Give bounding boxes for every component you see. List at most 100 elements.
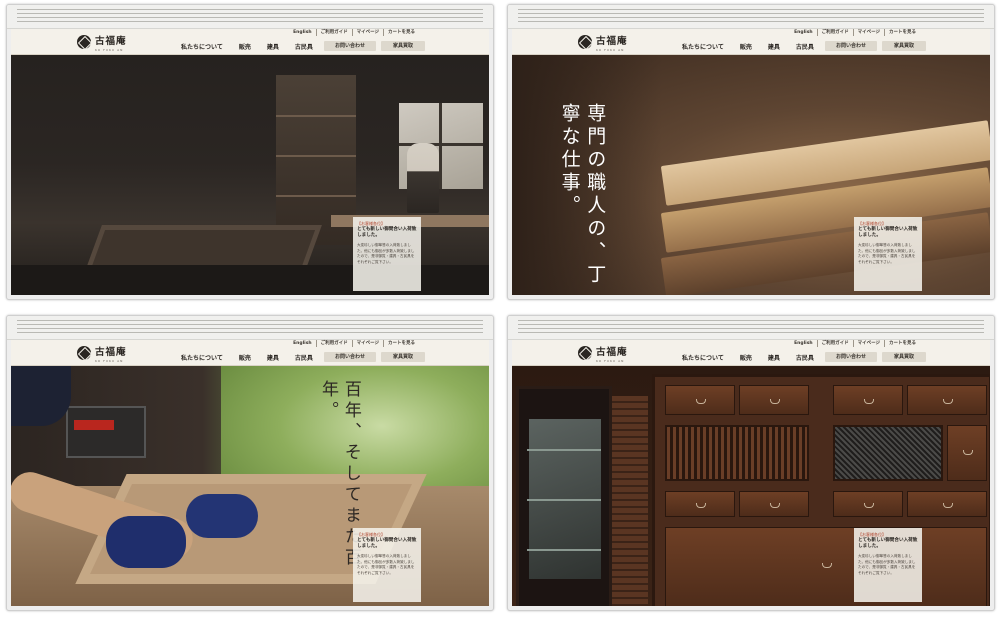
util-link-cart[interactable]: カートを見る — [884, 29, 920, 36]
news-title: とても新しい御問合い入荷致しました。 — [858, 538, 918, 549]
utility-links: English ご利用ガイド マイページ カートを見る — [289, 340, 419, 347]
util-link-cart[interactable]: カートを見る — [884, 340, 920, 347]
utility-links: English ご利用ガイド マイページ カートを見る — [790, 340, 920, 347]
site-logo[interactable]: 古福庵 KO FUKU AN — [77, 34, 127, 52]
buyback-button[interactable]: 家具買取 — [381, 352, 425, 362]
util-link-cart[interactable]: カートを見る — [383, 340, 419, 347]
nav-item-about[interactable]: 私たちについて — [181, 42, 223, 51]
site-logo[interactable]: 古福庵 KO FUKU AN — [578, 345, 628, 363]
mesh-door-shape — [833, 425, 943, 481]
util-link-english[interactable]: English — [790, 29, 816, 36]
screenshot-panel-craftsman: 古福庵 KO FUKU AN English ご利用ガイド マイページ カートを… — [6, 315, 494, 611]
site-header: 古福庵 KO FUKU AN English ご利用ガイド マイページ カートを… — [512, 29, 990, 55]
drawer-shape — [947, 425, 987, 481]
hero-image-workshop: 【お客様各位】 とても新しい御問合い入荷致しました。 大変珍しい御箪笥の入荷致し… — [11, 55, 489, 295]
news-title: とても新しい御問合い入荷致しました。 — [357, 227, 417, 238]
logo-mark-icon — [77, 35, 91, 49]
site-logo[interactable]: 古福庵 KO FUKU AN — [77, 345, 127, 363]
drawer-shape — [665, 385, 735, 415]
logo-text: 古福庵 — [95, 36, 127, 48]
contact-button[interactable]: お問い合わせ — [324, 352, 376, 362]
contact-button[interactable]: お問い合わせ — [825, 352, 877, 362]
nav-item-sales[interactable]: 販売 — [239, 353, 251, 362]
logo-subtext: KO FUKU AN — [95, 48, 124, 52]
util-link-guide[interactable]: ご利用ガイド — [315, 340, 352, 347]
nav-item-antiques[interactable]: 古民具 — [796, 353, 814, 362]
util-link-english[interactable]: English — [790, 340, 816, 347]
hero-catchcopy: 専門の職人の、丁寧な仕事。 — [558, 103, 607, 287]
nav-item-fittings[interactable]: 建具 — [768, 353, 780, 362]
nav-item-fittings[interactable]: 建具 — [267, 42, 279, 51]
drawer-shape — [739, 385, 809, 415]
drawer-shape — [907, 385, 987, 415]
nav-item-antiques[interactable]: 古民具 — [796, 42, 814, 51]
logo-text: 古福庵 — [95, 347, 127, 359]
drawer-shape — [739, 491, 809, 517]
buyback-button[interactable]: 家具買取 — [882, 41, 926, 51]
toolbox-shape — [66, 406, 146, 458]
news-title: とても新しい御問合い入荷致しました。 — [858, 227, 918, 238]
buyback-button[interactable]: 家具買取 — [381, 41, 425, 51]
hero-image-furniture: 【お客様各位】 とても新しい御問合い入荷致しました。 大変珍しい御箪笥の入荷致し… — [512, 366, 990, 606]
util-link-guide[interactable]: ご利用ガイド — [315, 29, 352, 36]
util-link-mypage[interactable]: マイページ — [351, 29, 383, 36]
contact-button[interactable]: お問い合わせ — [324, 41, 376, 51]
browser-chrome — [7, 316, 493, 340]
logo-mark-icon — [77, 346, 91, 360]
nav-item-about[interactable]: 私たちについて — [181, 353, 223, 362]
nav-item-fittings[interactable]: 建具 — [768, 42, 780, 51]
util-link-guide[interactable]: ご利用ガイド — [816, 29, 853, 36]
drawer-shape — [833, 491, 903, 517]
util-link-mypage[interactable]: マイページ — [351, 340, 383, 347]
logo-subtext: KO FUKU AN — [95, 359, 124, 363]
nav-item-antiques[interactable]: 古民具 — [295, 353, 313, 362]
news-card[interactable]: 【お客様各位】 とても新しい御問合い入荷致しました。 大変珍しい御箪笥の入荷致し… — [353, 528, 421, 602]
drawer-shape — [665, 491, 735, 517]
sleeve-shape — [11, 366, 71, 426]
nav-item-about[interactable]: 私たちについて — [682, 353, 724, 362]
browser-chrome — [7, 5, 493, 29]
contact-button[interactable]: お問い合わせ — [825, 41, 877, 51]
nav-item-sales[interactable]: 販売 — [740, 353, 752, 362]
nav-item-sales[interactable]: 販売 — [740, 42, 752, 51]
util-link-english[interactable]: English — [289, 340, 315, 347]
news-body: 大変珍しい御箪笥の入荷致しました。他にも御品が多数入荷致しましたので、是非御覧・… — [858, 554, 916, 575]
news-body: 大変珍しい御箪笥の入荷致しました。他にも御品が多数入荷致しましたので、是非御覧・… — [858, 243, 916, 264]
site-logo[interactable]: 古福庵 KO FUKU AN — [578, 34, 628, 52]
nav-item-antiques[interactable]: 古民具 — [295, 42, 313, 51]
logo-mark-icon — [578, 35, 592, 49]
glove-shape — [106, 516, 186, 568]
drawer-shape — [907, 491, 987, 517]
nav-item-about[interactable]: 私たちについて — [682, 42, 724, 51]
news-card[interactable]: 【お客様各位】 とても新しい御問合い入荷致しました。 大変珍しい御箪笥の入荷致し… — [854, 217, 922, 291]
news-title: とても新しい御問合い入荷致しました。 — [357, 538, 417, 549]
global-nav: 私たちについて 販売 建具 古民具 — [682, 353, 830, 362]
screenshot-panel-workshop: 古福庵 KO FUKU AN English ご利用ガイド マイページ カートを… — [6, 4, 494, 300]
glove-shape — [186, 494, 258, 538]
craftsman-figure — [407, 143, 439, 213]
util-link-mypage[interactable]: マイページ — [852, 29, 884, 36]
utility-links: English ご利用ガイド マイページ カートを見る — [790, 29, 920, 36]
global-nav: 私たちについて 販売 建具 古民具 — [682, 42, 830, 51]
util-link-cart[interactable]: カートを見る — [383, 29, 419, 36]
logo-subtext: KO FUKU AN — [596, 48, 625, 52]
screenshot-panel-timber: 古福庵 KO FUKU AN English ご利用ガイド マイページ カートを… — [507, 4, 995, 300]
logo-mark-icon — [578, 346, 592, 360]
hero-image-timber: 専門の職人の、丁寧な仕事。 【お客様各位】 とても新しい御問合い入荷致しました。… — [512, 55, 990, 295]
browser-chrome — [508, 316, 994, 340]
util-link-mypage[interactable]: マイページ — [852, 340, 884, 347]
utility-links: English ご利用ガイド マイページ カートを見る — [289, 29, 419, 36]
site-header: 古福庵 KO FUKU AN English ご利用ガイド マイページ カートを… — [11, 29, 489, 55]
nav-item-sales[interactable]: 販売 — [239, 42, 251, 51]
lattice-door-shape — [665, 425, 809, 481]
global-nav: 私たちについて 販売 建具 古民具 — [181, 353, 329, 362]
nav-item-fittings[interactable]: 建具 — [267, 353, 279, 362]
news-card[interactable]: 【お客様各位】 とても新しい御問合い入荷致しました。 大変珍しい御箪笥の入荷致し… — [854, 528, 922, 602]
buyback-button[interactable]: 家具買取 — [882, 352, 926, 362]
news-card[interactable]: 【お客様各位】 とても新しい御問合い入荷致しました。 大変珍しい御箪笥の入荷致し… — [353, 217, 421, 291]
news-body: 大変珍しい御箪笥の入荷致しました。他にも御品が多数入荷致しましたので、是非御覧・… — [357, 243, 415, 264]
screenshot-panel-furniture: 古福庵 KO FUKU AN English ご利用ガイド マイページ カートを… — [507, 315, 995, 611]
util-link-english[interactable]: English — [289, 29, 315, 36]
lower-drawer-shape — [665, 527, 987, 606]
util-link-guide[interactable]: ご利用ガイド — [816, 340, 853, 347]
